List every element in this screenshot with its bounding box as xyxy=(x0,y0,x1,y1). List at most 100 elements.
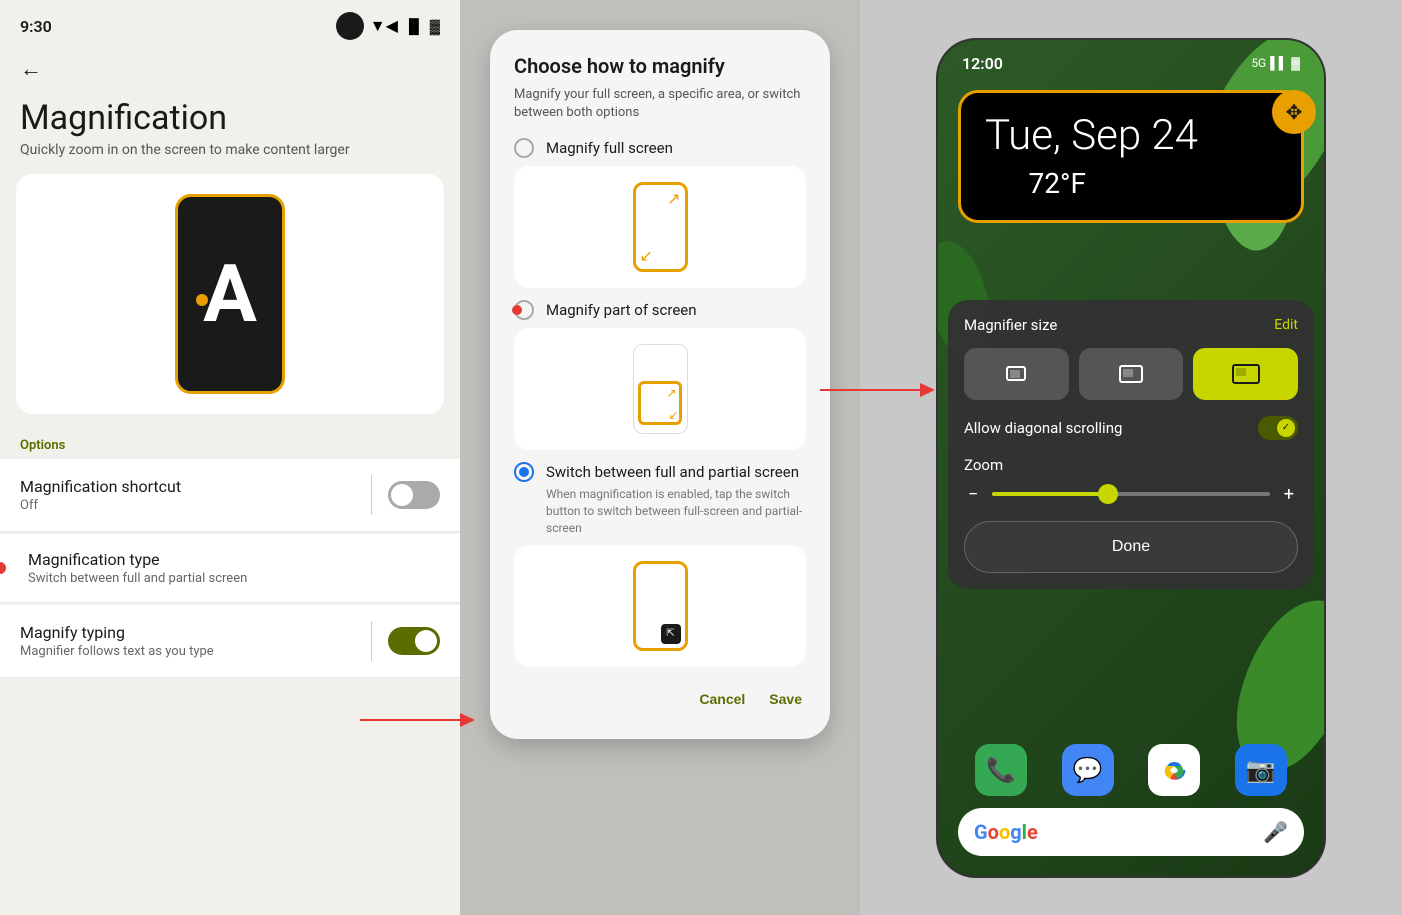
diagonal-toggle[interactable]: ✓ xyxy=(1258,416,1298,440)
expand-tr-icon: ↗ xyxy=(667,189,680,208)
size-small-icon xyxy=(1006,366,1026,381)
phone-status-bar: 12:00 5G ▌▌ ▓ xyxy=(938,40,1324,79)
divider2 xyxy=(371,621,372,661)
move-arrows-icon: ✥ xyxy=(1286,100,1303,124)
save-button[interactable]: Save xyxy=(765,683,806,715)
dock-chrome-icon[interactable] xyxy=(1148,744,1200,796)
typing-label: Magnify typing xyxy=(20,623,355,642)
zoom-decrease-button[interactable]: − xyxy=(964,484,982,505)
magnification-type-item[interactable]: Magnification type Switch between full a… xyxy=(0,534,460,603)
google-logo: Google xyxy=(974,820,1038,844)
cancel-button[interactable]: Cancel xyxy=(695,683,749,715)
g-blue: G xyxy=(974,820,988,844)
radio-label-full: Magnify full screen xyxy=(546,139,673,157)
diagonal-scrolling-row: Allow diagonal scrolling ✓ xyxy=(964,416,1298,440)
status-icons: ▼◀ ▐▌ ▓ xyxy=(336,12,440,40)
mic-icon[interactable]: 🎤 xyxy=(1263,820,1288,844)
size-large-icon xyxy=(1232,364,1260,384)
size-medium-button[interactable] xyxy=(1079,348,1184,400)
shortcut-label: Magnification shortcut xyxy=(20,477,355,496)
switch-screen-preview: ⇱ xyxy=(514,545,806,667)
phone-signal-label: 5G xyxy=(1251,56,1266,70)
phone-screen: 12:00 5G ▌▌ ▓ Tue, Sep 24 🌤 72°F ✥ Magni… xyxy=(936,38,1326,878)
signal-icon: ▐▌ xyxy=(404,18,424,35)
zoom-fill xyxy=(992,492,1103,496)
diagonal-knob: ✓ xyxy=(1277,419,1295,437)
toggle-knob2 xyxy=(415,630,437,652)
arrow-panel2-to-panel3 xyxy=(820,375,940,405)
radio-full-screen[interactable]: Magnify full screen xyxy=(514,138,806,158)
checkmark-icon: ✓ xyxy=(1277,419,1295,437)
dialog-actions: Cancel Save xyxy=(514,683,806,715)
size-small-button[interactable] xyxy=(964,348,1069,400)
switch-sub-desc: When magnification is enabled, tap the s… xyxy=(546,486,806,536)
weather-temp: 72°F xyxy=(1029,167,1086,200)
size-large-inner xyxy=(1236,368,1246,376)
magnification-shortcut-item[interactable]: Magnification shortcut Off xyxy=(0,459,460,532)
radio-part-screen[interactable]: Magnify part of screen xyxy=(514,300,806,320)
clock-date: Tue, Sep 24 xyxy=(985,113,1277,159)
size-options-row xyxy=(964,348,1298,400)
magnifier-edit-button[interactable]: Edit xyxy=(1274,317,1298,333)
magnifier-panel: Magnifier size Edit xyxy=(948,300,1314,589)
typing-value: Magnifier follows text as you type xyxy=(20,644,355,659)
phone-battery-icon: ▓ xyxy=(1291,56,1300,70)
part-phone-mockup: ↙ ↗ xyxy=(633,344,688,434)
page-subtitle: Quickly zoom in on the screen to make co… xyxy=(0,142,460,174)
status-bar: 9:30 ▼◀ ▐▌ ▓ xyxy=(0,0,460,48)
toggle-knob xyxy=(391,484,413,506)
part-screen-preview: ↙ ↗ xyxy=(514,328,806,450)
dock-messages-icon[interactable]: 💬 xyxy=(1062,744,1114,796)
type-text-group: Magnification type Switch between full a… xyxy=(20,550,440,586)
size-large-button[interactable] xyxy=(1193,348,1298,400)
zoom-increase-button[interactable]: + xyxy=(1280,484,1298,505)
divider xyxy=(371,475,372,515)
red-dot xyxy=(0,562,6,574)
dock-camera-icon[interactable]: 📷 xyxy=(1235,744,1287,796)
status-time: 9:30 xyxy=(20,17,52,36)
zoom-slider-row: − + xyxy=(964,484,1298,505)
dock-phone-icon[interactable]: 📞 xyxy=(975,744,1027,796)
switch-icon: ⇱ xyxy=(661,624,681,644)
zoom-label: Zoom xyxy=(964,456,1298,474)
phone-dock: 📞 💬 📷 xyxy=(958,744,1304,796)
back-button[interactable]: ← xyxy=(0,48,460,90)
done-button[interactable]: Done xyxy=(964,521,1298,573)
red-dot-dialog xyxy=(512,305,522,315)
magnify-typing-item[interactable]: Magnify typing Magnifier follows text as… xyxy=(0,605,460,678)
weather-sun-icon: 🌤 xyxy=(985,167,1021,200)
partial-expand-tr: ↗ xyxy=(666,386,676,400)
zoom-track[interactable] xyxy=(992,492,1269,496)
radio-label-part: Magnify part of screen xyxy=(546,301,697,319)
battery-icon: ▓ xyxy=(430,18,440,35)
typing-toggle[interactable] xyxy=(388,627,440,655)
diagonal-label: Allow diagonal scrolling xyxy=(964,419,1122,437)
g-red2: e xyxy=(1027,820,1038,844)
wifi-icon: ▼◀ xyxy=(370,16,398,36)
phone-mockup: A xyxy=(175,194,285,394)
full-phone-mockup: ↗ ↙ xyxy=(633,182,688,272)
zoom-thumb[interactable] xyxy=(1098,484,1118,504)
type-label: Magnification type xyxy=(28,550,440,569)
dialog-panel: Choose how to magnify Magnify your full … xyxy=(460,0,860,915)
magnifier-size-label: Magnifier size xyxy=(964,316,1057,334)
phone-status-right: 5G ▌▌ ▓ xyxy=(1251,56,1300,70)
shortcut-toggle[interactable] xyxy=(388,481,440,509)
size-small-inner xyxy=(1010,370,1020,378)
dot-indicator xyxy=(196,294,208,306)
choose-magnify-dialog: Choose how to magnify Magnify your full … xyxy=(490,30,830,739)
phone-panel: 12:00 5G ▌▌ ▓ Tue, Sep 24 🌤 72°F ✥ Magni… xyxy=(860,0,1402,915)
dialog-description: Magnify your full screen, a specific are… xyxy=(514,86,806,122)
camera-icon xyxy=(336,12,364,40)
switch-arrow-icon: ⇱ xyxy=(666,628,674,639)
radio-switch-screen[interactable]: Switch between full and partial screen xyxy=(514,462,806,482)
size-medium-inner xyxy=(1123,369,1133,377)
partial-box: ↙ ↗ xyxy=(638,381,682,425)
page-title: Magnification xyxy=(0,90,460,142)
search-bar[interactable]: Google 🎤 xyxy=(958,808,1304,856)
chrome-logo xyxy=(1160,756,1188,784)
full-screen-preview: ↗ ↙ xyxy=(514,166,806,288)
move-handle[interactable]: ✥ xyxy=(1272,90,1316,134)
g-yellow: o xyxy=(999,820,1010,844)
phone-signal-bars-icon: ▌▌ xyxy=(1270,56,1287,70)
